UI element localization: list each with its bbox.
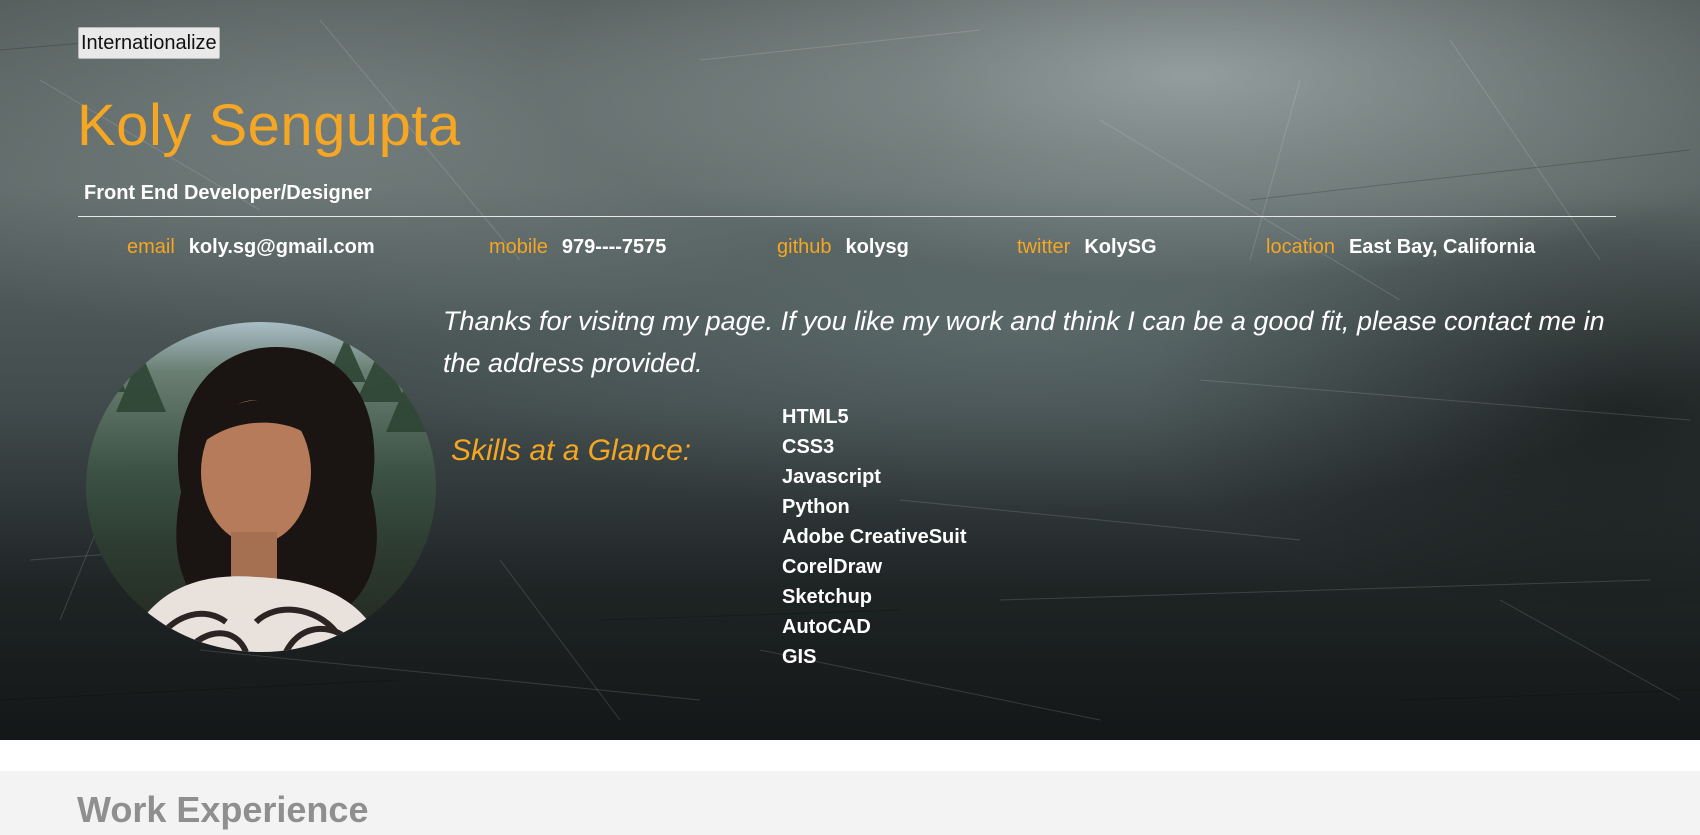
contact-label-email: email: [127, 236, 175, 258]
contact-value-location: East Bay, California: [1348, 236, 1536, 258]
contact-label-twitter: twitter: [1017, 236, 1071, 258]
contact-value-email[interactable]: koly.sg@gmail.com: [189, 236, 375, 258]
skill-item: AutoCAD: [782, 616, 871, 638]
welcome-message: Thanks for visitng my page. If you like …: [443, 306, 1605, 378]
contact-label-github: github: [777, 236, 832, 258]
contact-email[interactable]: email koly.sg@gmail.com: [127, 236, 375, 259]
skill-item: CorelDraw: [782, 556, 883, 578]
contact-label-location: location: [1266, 236, 1335, 258]
header-section: Internationalize Koly Sengupta Front End…: [0, 0, 1700, 740]
contact-mobile[interactable]: mobile 979----7575: [489, 236, 666, 259]
skill-item: Python: [782, 496, 850, 518]
contact-label-mobile: mobile: [489, 236, 548, 258]
name-heading: Koly Sengupta: [77, 93, 461, 158]
role-title: Front End Developer/Designer: [84, 182, 372, 204]
contact-twitter[interactable]: twitter KolySG: [1017, 236, 1157, 259]
profile-photo-illustration: [86, 337, 436, 652]
skills-list: HTML5 CSS3 Javascript Python Adobe Creat…: [782, 402, 966, 672]
skills-heading: Skills at a Glance:: [451, 434, 692, 467]
skill-item: GIS: [782, 646, 817, 668]
work-experience-section: Work Experience: [0, 771, 1700, 835]
skill-item: Javascript: [782, 466, 881, 488]
contact-value-github[interactable]: kolysg: [846, 236, 909, 258]
contact-value-twitter[interactable]: KolySG: [1084, 236, 1156, 258]
skill-item: CSS3: [782, 436, 835, 458]
work-experience-heading: Work Experience: [77, 789, 369, 830]
contact-location[interactable]: location East Bay, California: [1266, 236, 1535, 259]
profile-photo: [86, 322, 436, 652]
contact-value-mobile[interactable]: 979----7575: [562, 236, 667, 258]
skill-item: Adobe CreativeSuit: [782, 526, 967, 548]
skill-item: HTML5: [782, 406, 849, 428]
skill-item: Sketchup: [782, 586, 873, 608]
contact-github[interactable]: github kolysg: [777, 236, 909, 259]
internationalize-button[interactable]: Internationalize: [78, 27, 220, 59]
header-divider: [78, 216, 1616, 217]
